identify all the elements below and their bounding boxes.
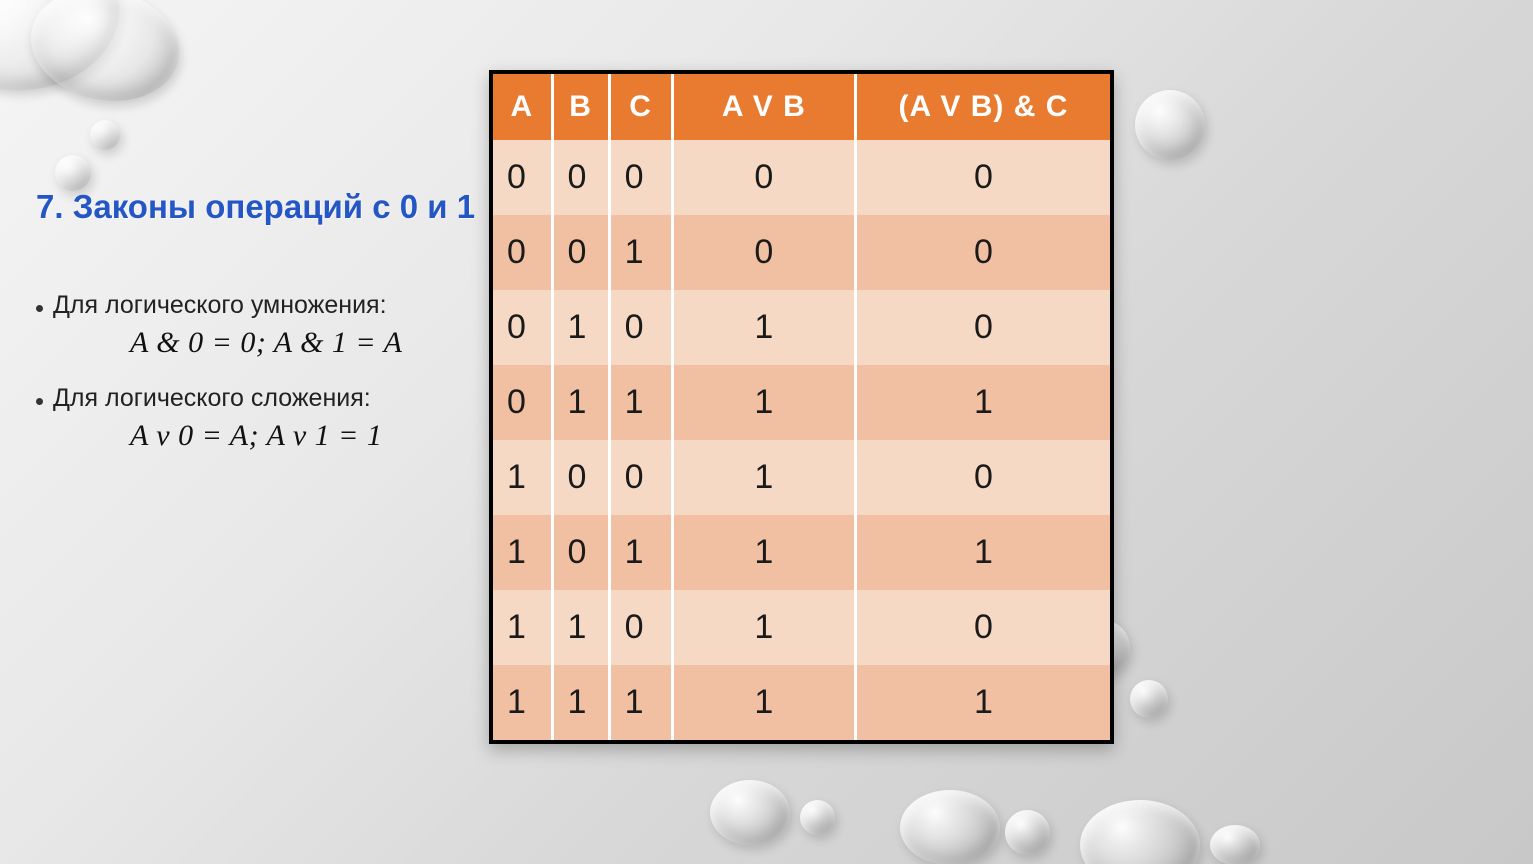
table-cell: 1 bbox=[609, 215, 672, 290]
table-cell: 0 bbox=[672, 140, 855, 215]
table-cell: 0 bbox=[493, 365, 552, 440]
table-row: 01111 bbox=[493, 365, 1110, 440]
bullet-dot-icon bbox=[36, 398, 43, 405]
table-row: 10111 bbox=[493, 515, 1110, 590]
table-cell: 0 bbox=[672, 215, 855, 290]
bullet-label: Для логического умножения: bbox=[53, 291, 387, 320]
table-cell: 1 bbox=[493, 665, 552, 740]
water-drop-icon bbox=[90, 120, 120, 150]
table-cell: 1 bbox=[672, 590, 855, 665]
table-cell: 1 bbox=[493, 440, 552, 515]
table-cell: 1 bbox=[672, 665, 855, 740]
table-row: 11010 bbox=[493, 590, 1110, 665]
table-cell: 1 bbox=[672, 440, 855, 515]
table-header: A V B bbox=[672, 74, 855, 140]
table-cell: 1 bbox=[609, 665, 672, 740]
table-row: 10010 bbox=[493, 440, 1110, 515]
table-header: (A V B) & C bbox=[855, 74, 1110, 140]
table-cell: 0 bbox=[552, 515, 609, 590]
table-cell: 0 bbox=[855, 290, 1110, 365]
slide-heading: 7. Законы операций с 0 и 1 bbox=[36, 186, 476, 227]
table-cell: 1 bbox=[493, 515, 552, 590]
bullet-addition: Для логического сложения: bbox=[36, 384, 476, 413]
formula-multiplication: A & 0 = 0; A & 1 = A bbox=[130, 326, 476, 360]
text-block: 7. Законы операций с 0 и 1 Для логическо… bbox=[36, 186, 476, 477]
table-cell: 1 bbox=[552, 590, 609, 665]
slide: 7. Законы операций с 0 и 1 Для логическо… bbox=[0, 0, 1533, 864]
table-cell: 0 bbox=[609, 290, 672, 365]
table-cell: 0 bbox=[493, 140, 552, 215]
table-cell: 0 bbox=[855, 440, 1110, 515]
table-cell: 0 bbox=[552, 215, 609, 290]
table-cell: 1 bbox=[609, 515, 672, 590]
table-cell: 1 bbox=[493, 590, 552, 665]
water-drop-icon bbox=[20, 0, 190, 114]
table-cell: 0 bbox=[552, 440, 609, 515]
water-drop-icon bbox=[1130, 680, 1168, 718]
table-cell: 1 bbox=[552, 365, 609, 440]
table-cell: 1 bbox=[672, 515, 855, 590]
table-cell: 1 bbox=[672, 365, 855, 440]
water-drop-icon bbox=[1080, 800, 1200, 864]
table-cell: 1 bbox=[855, 515, 1110, 590]
table-cell: 0 bbox=[552, 140, 609, 215]
table-header: C bbox=[609, 74, 672, 140]
table-cell: 0 bbox=[609, 440, 672, 515]
table-cell: 1 bbox=[609, 365, 672, 440]
water-drop-icon bbox=[710, 780, 790, 845]
table-cell: 1 bbox=[855, 665, 1110, 740]
bullet-label: Для логического сложения: bbox=[53, 384, 371, 413]
table-cell: 0 bbox=[609, 590, 672, 665]
table-cell: 0 bbox=[609, 140, 672, 215]
table-cell: 1 bbox=[552, 290, 609, 365]
table-row: 00100 bbox=[493, 215, 1110, 290]
table-row: 11111 bbox=[493, 665, 1110, 740]
water-drop-icon bbox=[800, 800, 835, 835]
table-cell: 1 bbox=[855, 365, 1110, 440]
table-cell: 0 bbox=[855, 215, 1110, 290]
table-cell: 0 bbox=[493, 290, 552, 365]
table-header-row: A B C A V B (A V B) & C bbox=[493, 74, 1110, 140]
table-header: B bbox=[552, 74, 609, 140]
table-cell: 0 bbox=[493, 215, 552, 290]
bullet-dot-icon bbox=[36, 305, 43, 312]
water-drop-icon bbox=[1005, 810, 1050, 855]
truth-table: A B C A V B (A V B) & C 0000000100010100… bbox=[489, 70, 1114, 744]
formula-addition: A v 0 = A; A v 1 = 1 bbox=[130, 419, 476, 453]
water-drop-icon bbox=[900, 790, 1000, 864]
table-row: 00000 bbox=[493, 140, 1110, 215]
table-row: 01010 bbox=[493, 290, 1110, 365]
table-cell: 1 bbox=[552, 665, 609, 740]
table-cell: 0 bbox=[855, 140, 1110, 215]
bullet-multiplication: Для логического умножения: bbox=[36, 291, 476, 320]
water-drop-icon bbox=[1135, 90, 1205, 160]
water-drop-icon bbox=[1210, 825, 1260, 864]
table-cell: 0 bbox=[855, 590, 1110, 665]
table-cell: 1 bbox=[672, 290, 855, 365]
table-header: A bbox=[493, 74, 552, 140]
